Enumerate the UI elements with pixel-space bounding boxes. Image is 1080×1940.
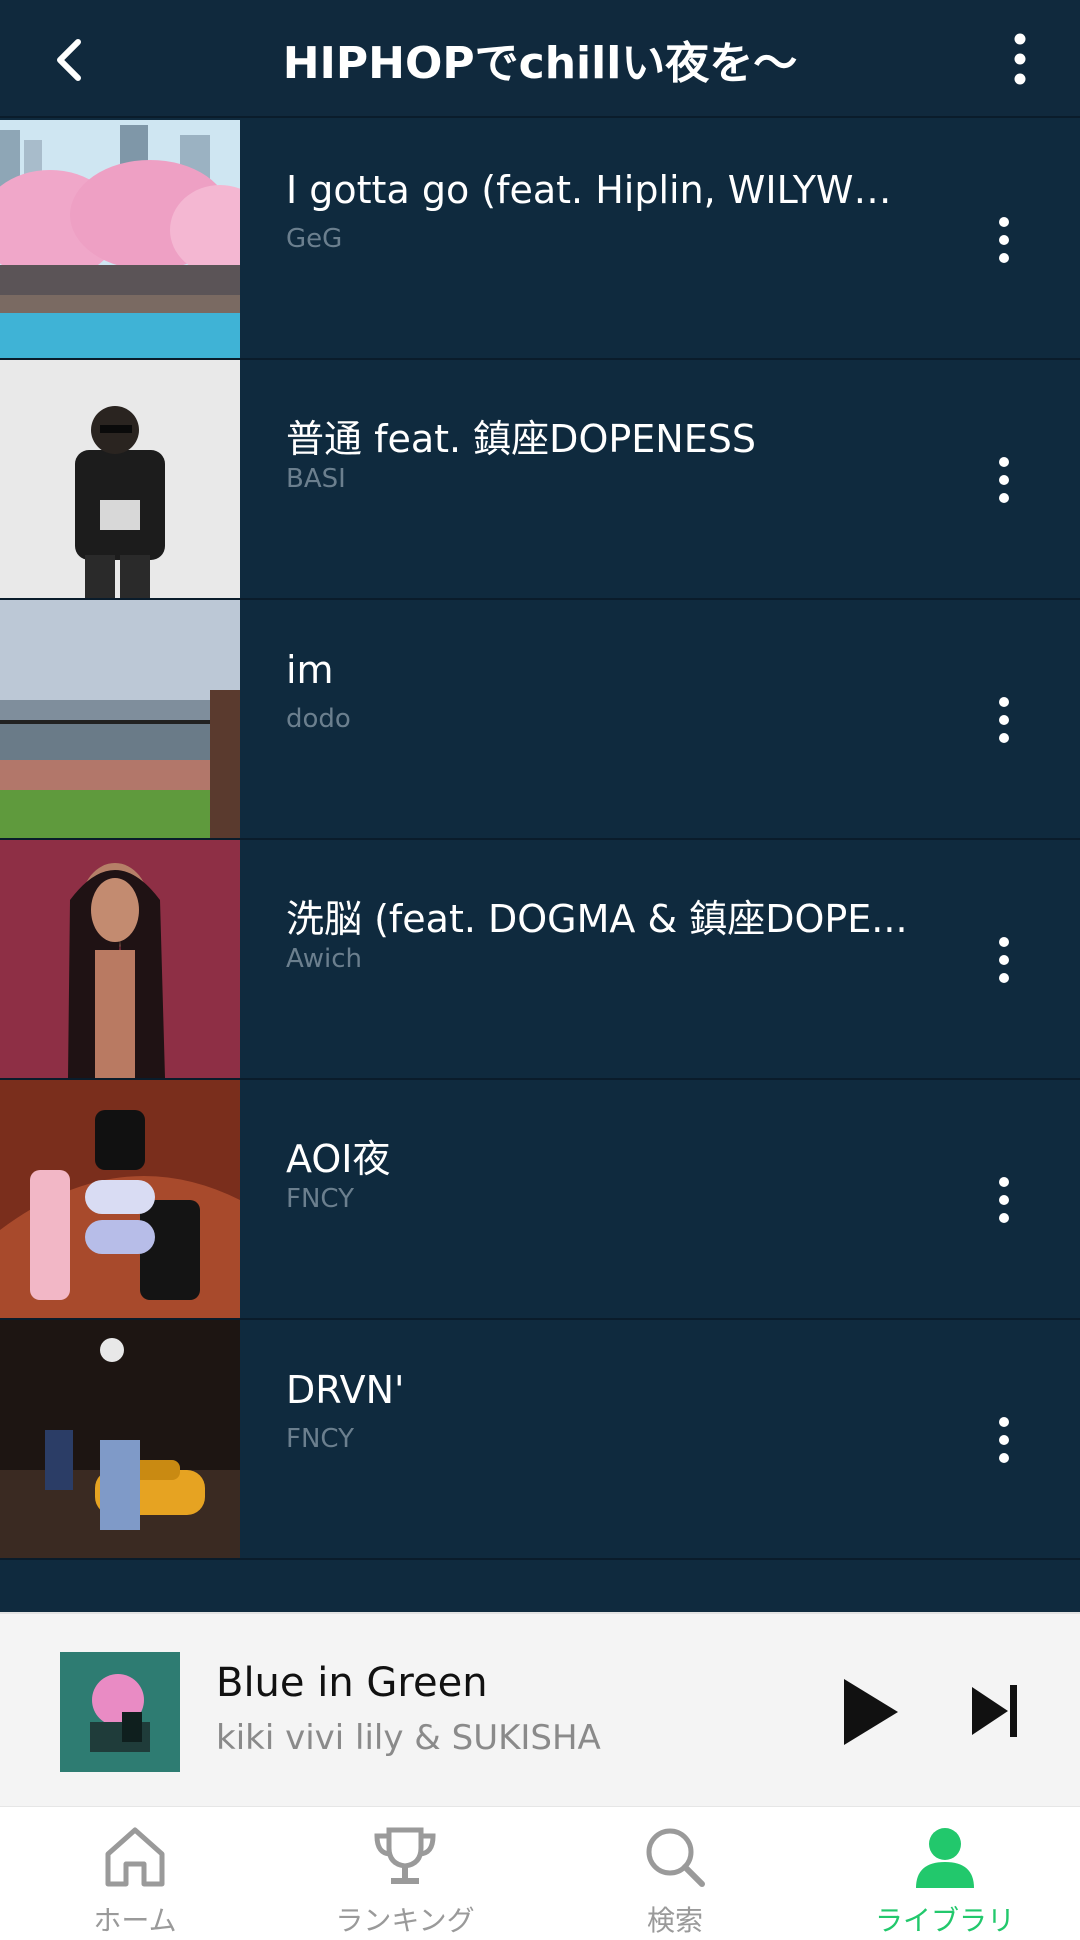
- album-art: [0, 1080, 240, 1318]
- nav-home[interactable]: ホーム: [0, 1807, 270, 1940]
- back-button[interactable]: [40, 30, 100, 90]
- now-playing-art: [60, 1652, 180, 1772]
- track-row[interactable]: 普通 feat. 鎮座DOPENESS BASI: [0, 360, 1080, 600]
- more-vertical-icon: [1014, 33, 1026, 85]
- track-artist: FNCY: [286, 1424, 354, 1454]
- now-playing-title: Blue in Green: [216, 1660, 488, 1706]
- bottom-navigation: ホーム ランキング 検索 ライブラリ: [0, 1806, 1080, 1940]
- track-row[interactable]: 洗脳 (feat. DOGMA & 鎮座DOPE... Awich: [0, 840, 1080, 1080]
- track-artist: Awich: [286, 944, 362, 974]
- search-icon: [646, 1828, 705, 1887]
- nav-library[interactable]: ライブラリ: [810, 1807, 1080, 1940]
- page-title: HIPHOPでchillい夜を〜: [282, 38, 798, 89]
- more-vertical-icon: [999, 217, 1009, 263]
- play-button[interactable]: [830, 1672, 910, 1752]
- user-icon: [916, 1828, 974, 1888]
- track-title: AOI夜: [286, 1137, 391, 1181]
- track-more-button[interactable]: [976, 680, 1032, 760]
- track-row[interactable]: DRVN' FNCY: [0, 1320, 1080, 1560]
- play-icon: [844, 1679, 898, 1745]
- track-more-button[interactable]: [976, 920, 1032, 1000]
- track-row[interactable]: im dodo: [0, 600, 1080, 840]
- track-title: 洗脳 (feat. DOGMA & 鎮座DOPE...: [286, 897, 908, 941]
- nav-search[interactable]: 検索: [540, 1807, 810, 1940]
- album-art: [0, 360, 240, 598]
- track-title: DRVN': [286, 1368, 405, 1412]
- skip-next-icon: [972, 1685, 1017, 1737]
- track-title: I gotta go (feat. Hiplin, WILYWN...: [286, 168, 916, 212]
- nav-label: ライブラリ: [874, 1904, 1015, 1937]
- more-vertical-icon: [999, 1177, 1009, 1223]
- more-options-button[interactable]: [990, 24, 1050, 94]
- more-vertical-icon: [999, 697, 1009, 743]
- track-artist: GeG: [286, 224, 343, 254]
- album-art: [0, 1320, 240, 1558]
- track-title: im: [286, 648, 334, 692]
- next-track-button[interactable]: [960, 1676, 1030, 1746]
- more-vertical-icon: [999, 1417, 1009, 1463]
- nav-ranking[interactable]: ランキング: [270, 1807, 540, 1940]
- nav-label: 検索: [646, 1904, 703, 1937]
- track-row[interactable]: AOI夜 FNCY: [0, 1080, 1080, 1320]
- chevron-left-icon: [57, 39, 81, 81]
- track-row-partial[interactable]: [0, 1560, 1080, 1612]
- trophy-icon: [374, 1827, 436, 1884]
- nav-label: ランキング: [335, 1904, 475, 1937]
- app-header: HIPHOPでchillい夜を〜: [0, 0, 1080, 118]
- track-more-button[interactable]: [976, 1400, 1032, 1480]
- track-more-button[interactable]: [976, 440, 1032, 520]
- home-icon: [105, 1827, 165, 1887]
- album-art: [0, 600, 240, 838]
- track-row[interactable]: I gotta go (feat. Hiplin, WILYWN... GeG: [0, 120, 1080, 360]
- track-artist: FNCY: [286, 1184, 354, 1214]
- album-art: [0, 120, 240, 358]
- track-list: I gotta go (feat. Hiplin, WILYWN... GeG …: [0, 120, 1080, 1612]
- track-more-button[interactable]: [976, 1160, 1032, 1240]
- more-vertical-icon: [999, 457, 1009, 503]
- nav-label: ホーム: [93, 1904, 177, 1937]
- more-vertical-icon: [999, 937, 1009, 983]
- album-art: [0, 1560, 240, 1612]
- now-playing-artist: kiki vivi lily & SUKISHA: [216, 1718, 601, 1758]
- album-art: [0, 840, 240, 1078]
- track-artist: dodo: [286, 704, 351, 734]
- track-title: 普通 feat. 鎮座DOPENESS: [286, 417, 756, 461]
- mini-player[interactable]: Blue in Green kiki vivi lily & SUKISHA: [0, 1612, 1080, 1806]
- track-artist: BASI: [286, 464, 346, 494]
- track-more-button[interactable]: [976, 200, 1032, 280]
